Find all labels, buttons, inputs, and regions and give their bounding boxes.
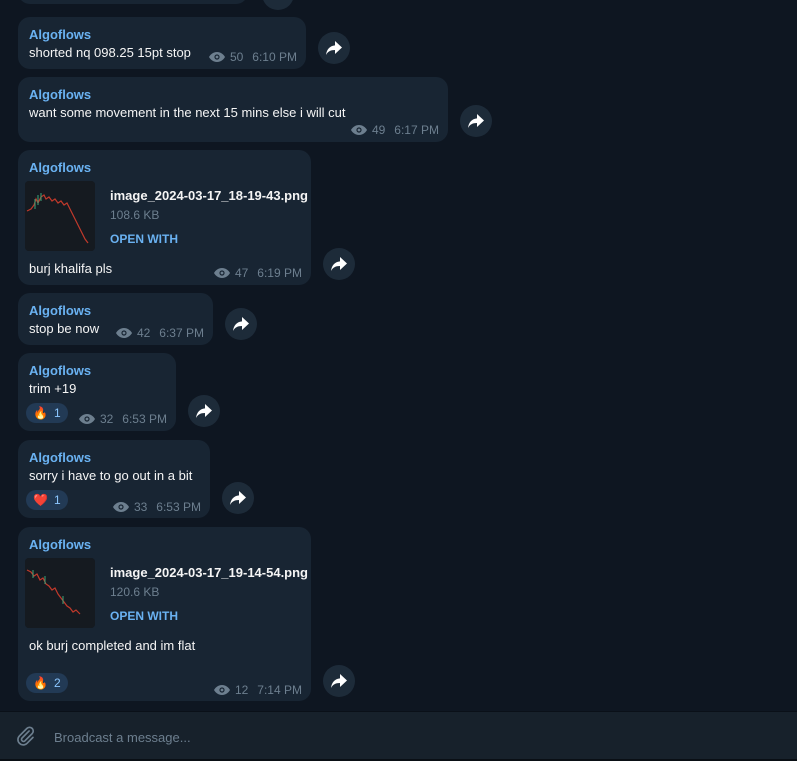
- message-author[interactable]: Algoflows: [29, 450, 91, 465]
- message-meta: 47 6:19 PM: [213, 266, 302, 280]
- forward-arrow-icon: [196, 404, 212, 418]
- eye-icon: [78, 414, 95, 424]
- eye-icon: [213, 685, 230, 695]
- view-count-value: 32: [99, 412, 114, 426]
- file-name[interactable]: image_2024-03-17_18-19-43.png: [110, 188, 308, 203]
- view-count-value: 12: [234, 683, 249, 697]
- message-author[interactable]: Algoflows: [29, 27, 91, 42]
- reaction-chip[interactable]: 🔥 1: [26, 403, 68, 423]
- view-count-value: 42: [136, 326, 151, 340]
- chart-preview-image: [25, 181, 95, 251]
- message-time: 6:53 PM: [156, 500, 201, 514]
- forward-button[interactable]: [323, 665, 355, 697]
- message-bubble[interactable]: Algoflows trim +19 🔥 1 32 6:53 PM: [18, 353, 176, 431]
- open-with-link[interactable]: OPEN WITH: [110, 609, 178, 623]
- message-bubble[interactable]: Algoflows image_2024-03-17_18-19-43.png …: [18, 150, 311, 285]
- eye-icon: [213, 268, 230, 278]
- message-bubble[interactable]: Algoflows shorted nq 098.25 15pt stop 50…: [18, 17, 306, 69]
- view-count-value: 33: [133, 500, 148, 514]
- message-text: trim +19: [29, 381, 77, 396]
- message-author[interactable]: Algoflows: [29, 87, 91, 102]
- message-meta: 33 6:53 PM: [112, 500, 201, 514]
- message-text: ok burj completed and im flat: [29, 638, 196, 653]
- file-size: 108.6 KB: [110, 208, 160, 222]
- message-composer: [0, 711, 797, 760]
- view-count: 49: [350, 123, 386, 137]
- forward-arrow-icon: [230, 491, 246, 505]
- message-author[interactable]: Algoflows: [29, 363, 91, 378]
- message-time: 6:37 PM: [159, 326, 204, 340]
- chart-preview-image: [25, 558, 95, 628]
- heart-emoji-icon: ❤️: [33, 493, 48, 507]
- view-count-value: 49: [371, 123, 386, 137]
- reaction-count: 2: [53, 676, 61, 690]
- eye-icon: [350, 125, 367, 135]
- forward-arrow-icon: [331, 674, 347, 688]
- message-time: 6:19 PM: [257, 266, 302, 280]
- view-count: 33: [112, 500, 148, 514]
- file-name[interactable]: image_2024-03-17_19-14-54.png: [110, 565, 308, 580]
- eye-icon: [208, 52, 225, 62]
- reaction-chip[interactable]: 🔥 2: [26, 673, 68, 693]
- fire-emoji-icon: 🔥: [33, 406, 48, 420]
- message-time: 6:53 PM: [122, 412, 167, 426]
- view-count-value: 47: [234, 266, 249, 280]
- fire-emoji-icon: 🔥: [33, 676, 48, 690]
- paperclip-icon[interactable]: [14, 725, 36, 747]
- message-text: want some movement in the next 15 mins e…: [29, 105, 346, 120]
- message-bubble[interactable]: Algoflows stop be now 42 6:37 PM: [18, 293, 213, 345]
- message-author[interactable]: Algoflows: [29, 537, 91, 552]
- image-thumbnail[interactable]: [25, 558, 95, 628]
- forward-button-partial[interactable]: [262, 0, 294, 10]
- message-meta: 32 6:53 PM: [78, 412, 167, 426]
- view-count-value: 50: [229, 50, 244, 64]
- open-with-link[interactable]: OPEN WITH: [110, 232, 178, 246]
- forward-button[interactable]: [225, 308, 257, 340]
- message-meta: 12 7:14 PM: [213, 683, 302, 697]
- reaction-count: 1: [53, 493, 61, 507]
- reaction-count: 1: [53, 406, 61, 420]
- message-time: 6:17 PM: [394, 123, 439, 137]
- file-size: 120.6 KB: [110, 585, 160, 599]
- reaction-chip[interactable]: ❤️ 1: [26, 490, 68, 510]
- view-count: 47: [213, 266, 249, 280]
- message-time: 7:14 PM: [257, 683, 302, 697]
- message-meta: 50 6:10 PM: [208, 50, 297, 64]
- forward-button[interactable]: [318, 32, 350, 64]
- eye-icon: [115, 328, 132, 338]
- message-bubble[interactable]: Algoflows sorry i have to go out in a bi…: [18, 440, 210, 518]
- message-text: sorry i have to go out in a bit: [29, 468, 193, 483]
- view-count: 42: [115, 326, 151, 340]
- view-count: 32: [78, 412, 114, 426]
- message-bubble[interactable]: Algoflows image_2024-03-17_19-14-54.png …: [18, 527, 311, 701]
- forward-arrow-icon: [468, 114, 484, 128]
- message-text: burj khalifa pls: [29, 261, 113, 276]
- eye-icon: [112, 502, 129, 512]
- message-meta: 49 6:17 PM: [350, 123, 439, 137]
- forward-button[interactable]: [460, 105, 492, 137]
- forward-button[interactable]: [222, 482, 254, 514]
- message-bubble[interactable]: Algoflows want some movement in the next…: [18, 77, 448, 142]
- forward-button[interactable]: [323, 248, 355, 280]
- view-count: 50: [208, 50, 244, 64]
- forward-arrow-icon: [233, 317, 249, 331]
- forward-arrow-icon: [331, 257, 347, 271]
- previous-message-bubble-partial: [18, 0, 248, 4]
- message-author[interactable]: Algoflows: [29, 303, 91, 318]
- broadcast-message-input[interactable]: [52, 724, 756, 750]
- message-text: shorted nq 098.25 15pt stop: [29, 45, 191, 60]
- view-count: 12: [213, 683, 249, 697]
- image-thumbnail[interactable]: [25, 181, 95, 251]
- forward-button[interactable]: [188, 395, 220, 427]
- message-time: 6:10 PM: [252, 50, 297, 64]
- message-meta: 42 6:37 PM: [115, 326, 204, 340]
- forward-arrow-icon: [326, 41, 342, 55]
- message-author[interactable]: Algoflows: [29, 160, 91, 175]
- message-text: stop be now: [29, 321, 100, 336]
- message-feed[interactable]: Algoflows shorted nq 098.25 15pt stop 50…: [0, 0, 797, 711]
